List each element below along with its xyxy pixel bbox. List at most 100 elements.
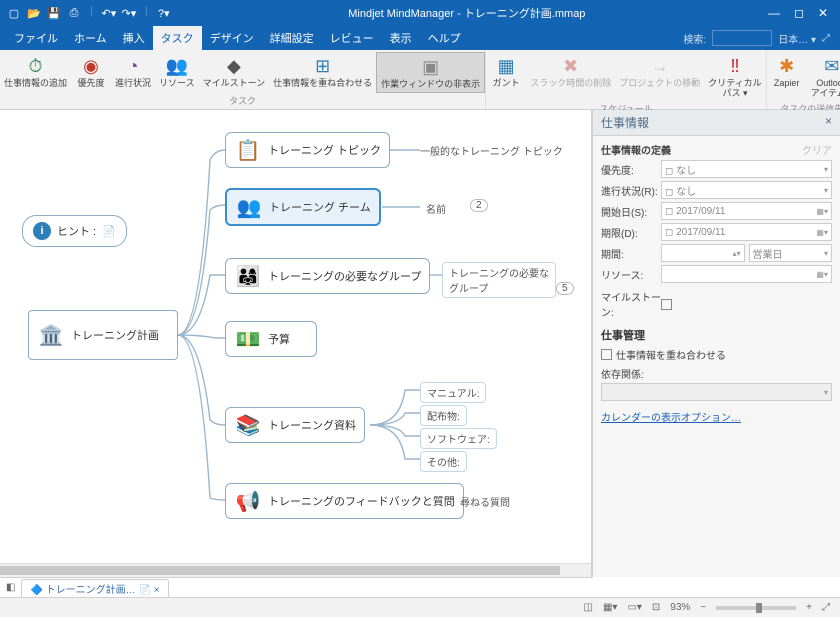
panel-title: 仕事情報 <box>601 114 649 131</box>
progress-dropdown[interactable]: ◻ なし▾ <box>661 181 832 199</box>
search-input[interactable] <box>712 30 772 46</box>
ribbon-進行状況[interactable]: ◔進行状況 <box>111 52 155 93</box>
menu-デザイン[interactable]: デザイン <box>202 26 262 50</box>
zoom-in-button[interactable]: + <box>806 602 812 613</box>
menu-ホーム[interactable]: ホーム <box>66 26 115 50</box>
ribbon-スラック時間の削除: ✖スラック時間の削除 <box>526 52 615 101</box>
expand-icon[interactable]: ⤢ <box>822 33 830 44</box>
due-date-field[interactable]: ◻ 2017/09/11▦▾ <box>661 223 832 241</box>
clipboard-icon: 📋 <box>234 136 262 164</box>
money-icon: 💵 <box>234 325 262 353</box>
save-icon[interactable]: 💾 <box>46 5 62 21</box>
ribbon-Outlook-アイテム-▾[interactable]: ✉Outlook アイテム ▾ <box>807 52 840 101</box>
duration-unit-dropdown[interactable]: 営業日▾ <box>749 244 833 262</box>
info-icon: i <box>33 222 51 240</box>
menubar: ファイルホーム挿入タスクデザイン詳細設定レビュー表示ヘルプ 検索: 日本… ▾ … <box>0 26 840 50</box>
ribbon-クリティカル-パス-▾[interactable]: ‼クリティカル パス ▾ <box>704 52 765 101</box>
resource-field[interactable]: ▦▾ <box>661 265 832 283</box>
dependency-dropdown[interactable]: ▾ <box>601 383 832 401</box>
ribbon-Zapier[interactable]: ✱Zapier <box>767 52 807 101</box>
quick-access-toolbar: ▢ 📂 💾 ⎙ | ↶▾ ↷▾ | ?▾ <box>0 5 178 21</box>
status-icon-3[interactable]: ▭▾ <box>627 602 641 613</box>
clear-link[interactable]: クリア <box>802 142 832 157</box>
tab-nav-icon[interactable]: ◧ <box>6 582 15 593</box>
topic-budget[interactable]: 💵 予算 <box>225 321 317 357</box>
undo-icon[interactable]: ↶▾ <box>101 5 117 21</box>
ribbon-仕事情報を重ね合わせる[interactable]: ⊞仕事情報を重ね合わせる <box>269 52 376 93</box>
menu-表示[interactable]: 表示 <box>382 26 420 50</box>
statusbar: ◫ ▦▾ ▭▾ ⊡ 93% − + ⤢ <box>0 597 840 617</box>
sub-other[interactable]: その他: <box>420 451 467 472</box>
maximize-button[interactable]: ◻ <box>794 6 804 20</box>
fit-icon[interactable]: ⊡ <box>652 602 660 613</box>
menu-挿入[interactable]: 挿入 <box>115 26 153 50</box>
milestone-checkbox[interactable] <box>661 299 672 310</box>
ribbon-優先度[interactable]: ◉優先度 <box>71 52 111 93</box>
task-info-panel: 仕事情報 × 仕事情報の定義 クリア 優先度: ◻ なし▾ 進行状況(R): ◻… <box>592 110 840 577</box>
status-icon-2[interactable]: ▦▾ <box>603 602 617 613</box>
topic-training-team[interactable]: 👥 トレーニング チーム <box>225 188 381 226</box>
hint-bubble[interactable]: i ヒント : 📄 <box>22 215 127 247</box>
ribbon-ガント[interactable]: ▦ガント <box>486 52 526 101</box>
lang-dropdown[interactable]: 日本… ▾ <box>778 31 816 46</box>
overlay-checkbox[interactable] <box>601 349 612 360</box>
titlebar: ▢ 📂 💾 ⎙ | ↶▾ ↷▾ | ?▾ Mindjet MindManager… <box>0 0 840 26</box>
sub-general-topic[interactable]: 一般的なトレーニング トピック <box>420 143 563 158</box>
topic-materials[interactable]: 📚 トレーニング資料 <box>225 407 365 443</box>
minimize-button[interactable]: — <box>768 6 780 20</box>
redo-icon[interactable]: ↷▾ <box>121 5 137 21</box>
start-date-field[interactable]: ◻ 2017/09/11▦▾ <box>661 202 832 220</box>
badge-5: 5 <box>556 282 574 295</box>
new-icon[interactable]: ▢ <box>6 5 22 21</box>
badge-2: 2 <box>470 199 488 212</box>
team-icon: 👥 <box>235 193 263 221</box>
ribbon: ⏱仕事情報の追加◉優先度◔進行状況👥リソース◆マイルストーン⊞仕事情報を重ね合わ… <box>0 50 840 110</box>
menu-タスク[interactable]: タスク <box>153 26 202 50</box>
section-management: 仕事管理 <box>601 327 832 343</box>
sub-required-groups[interactable]: トレーニングの必要な グループ <box>442 262 556 298</box>
ribbon-作業ウィンドウの非表示[interactable]: ▣作業ウィンドウの非表示 <box>376 52 485 93</box>
topic-feedback[interactable]: 📢 トレーニングのフィードバックと質問 <box>225 483 464 519</box>
books-icon: 📚 <box>234 411 262 439</box>
menu-詳細設定[interactable]: 詳細設定 <box>262 26 322 50</box>
note-icon[interactable]: 📄 <box>102 225 116 238</box>
building-icon: 🏛️ <box>37 321 65 349</box>
document-tab[interactable]: 🔷 トレーニング計画… 📄 × <box>21 579 168 597</box>
topic-required-groups[interactable]: 👨‍👩‍👧 トレーニングの必要なグループ <box>225 258 430 294</box>
sub-name[interactable]: 名前 <box>426 201 446 216</box>
status-icon[interactable]: ◫ <box>584 602 593 613</box>
menu-ヘルプ[interactable]: ヘルプ <box>420 26 469 50</box>
open-icon[interactable]: 📂 <box>26 5 42 21</box>
section-definition: 仕事情報の定義 <box>601 142 671 157</box>
sub-manual[interactable]: マニュアル: <box>420 382 486 403</box>
menu-レビュー[interactable]: レビュー <box>322 26 382 50</box>
calendar-options-link[interactable]: カレンダーの表示オプション… <box>601 413 741 424</box>
print-icon[interactable]: ⎙ <box>66 5 82 21</box>
sub-questions[interactable]: 尋ねる質問 <box>460 494 510 509</box>
group-icon: 👨‍👩‍👧 <box>234 262 262 290</box>
menu-ファイル[interactable]: ファイル <box>6 26 66 50</box>
zoom-out-button[interactable]: − <box>700 602 706 613</box>
close-button[interactable]: ✕ <box>818 6 828 20</box>
fullscreen-icon[interactable]: ⤢ <box>822 602 830 613</box>
sub-software[interactable]: ソフトウェア: <box>420 428 497 449</box>
zoom-slider[interactable] <box>716 606 796 610</box>
search-label: 検索: <box>683 31 706 46</box>
ribbon-リソース[interactable]: 👥リソース <box>155 52 199 93</box>
window-title: Mindjet MindManager - トレーニング計画.mmap <box>178 5 756 21</box>
help-icon[interactable]: ?▾ <box>156 5 172 21</box>
canvas[interactable]: i ヒント : 📄 🏛️ トレーニング計画 📋 トレーニング トピック 一般的な… <box>0 110 592 577</box>
duration-field[interactable]: ▴▾ <box>661 244 745 262</box>
topic-training-topics[interactable]: 📋 トレーニング トピック <box>225 132 390 168</box>
root-topic[interactable]: 🏛️ トレーニング計画 <box>28 310 178 360</box>
zoom-value: 93% <box>670 602 690 613</box>
priority-dropdown[interactable]: ◻ なし▾ <box>661 160 832 178</box>
sub-handout[interactable]: 配布物: <box>420 405 467 426</box>
ribbon-プロジェクトの移動: →プロジェクトの移動 <box>615 52 704 101</box>
scroll-horizontal[interactable] <box>0 563 591 577</box>
document-tabs: ◧ 🔷 トレーニング計画… 📄 × <box>0 577 592 597</box>
ribbon-マイルストーン[interactable]: ◆マイルストーン <box>199 52 270 93</box>
ribbon-仕事情報の追加[interactable]: ⏱仕事情報の追加 <box>0 52 71 93</box>
megaphone-icon: 📢 <box>234 487 262 515</box>
panel-close-icon[interactable]: × <box>825 114 832 131</box>
